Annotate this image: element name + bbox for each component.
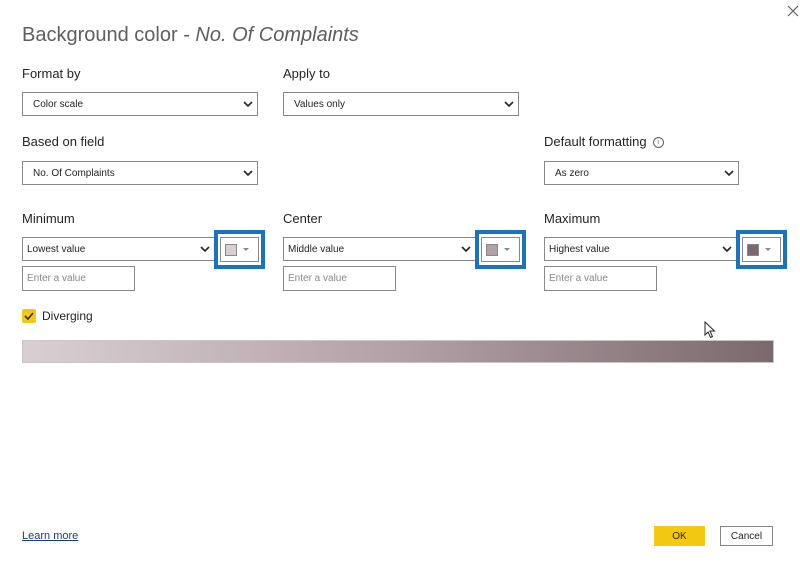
minimum-color-picker[interactable] (220, 237, 259, 262)
apply-to-label: Apply to (283, 66, 330, 81)
center-value-input[interactable]: Enter a value (283, 266, 396, 291)
center-value: Middle value (288, 243, 345, 255)
apply-to-value: Values only (294, 98, 345, 110)
mouse-cursor-icon (704, 321, 716, 339)
default-formatting-label: Default formatting i (544, 134, 664, 149)
maximum-label: Maximum (544, 211, 601, 226)
format-by-select[interactable]: Color scale (22, 92, 258, 116)
center-color-picker[interactable] (481, 237, 520, 262)
chevron-down-icon (718, 237, 736, 261)
diverging-checkbox[interactable] (22, 309, 36, 323)
default-formatting-value: As zero (555, 167, 589, 179)
chevron-down-icon (239, 161, 257, 185)
color-scale-preview (22, 340, 774, 363)
cancel-button[interactable]: Cancel (720, 526, 773, 546)
close-icon[interactable] (786, 4, 800, 18)
based-on-field-select[interactable]: No. Of Complaints (22, 161, 258, 185)
center-select[interactable]: Middle value (283, 237, 476, 261)
center-label: Center (283, 211, 323, 226)
chevron-down-icon (720, 161, 738, 185)
info-icon[interactable]: i (652, 137, 664, 148)
caret-down-icon (504, 248, 510, 251)
learn-more-link[interactable]: Learn more (22, 530, 78, 542)
maximum-value: Highest value (549, 243, 610, 255)
default-formatting-select[interactable]: As zero (544, 161, 739, 185)
maximum-color-picker[interactable] (742, 237, 781, 262)
dialog-title: Background color - No. Of Complaints (22, 24, 359, 47)
chevron-down-icon (457, 237, 475, 261)
based-on-field-value: No. Of Complaints (33, 167, 115, 179)
format-by-value: Color scale (33, 98, 84, 110)
minimum-label: Minimum (22, 211, 75, 226)
minimum-color-swatch (225, 243, 237, 256)
caret-down-icon (243, 248, 249, 251)
chevron-down-icon (500, 92, 518, 116)
format-by-label: Format by (22, 66, 81, 81)
maximum-color-swatch (747, 243, 759, 256)
diverging-label: Diverging (42, 309, 93, 323)
chevron-down-icon (196, 237, 214, 261)
apply-to-select[interactable]: Values only (283, 92, 519, 116)
maximum-select[interactable]: Highest value (544, 237, 737, 261)
default-formatting-text: Default formatting (544, 134, 647, 149)
title-field: No. Of Complaints (195, 24, 359, 46)
minimum-value: Lowest value (27, 243, 86, 255)
center-color-swatch (486, 243, 498, 256)
chevron-down-icon (239, 92, 257, 116)
title-prefix: Background color - (22, 24, 196, 46)
minimum-value-input[interactable]: Enter a value (22, 266, 135, 291)
checkmark-icon (24, 312, 34, 320)
maximum-value-input[interactable]: Enter a value (544, 266, 657, 291)
caret-down-icon (765, 248, 771, 251)
ok-button[interactable]: OK (654, 526, 705, 546)
based-on-field-label: Based on field (22, 134, 105, 149)
minimum-select[interactable]: Lowest value (22, 237, 215, 261)
